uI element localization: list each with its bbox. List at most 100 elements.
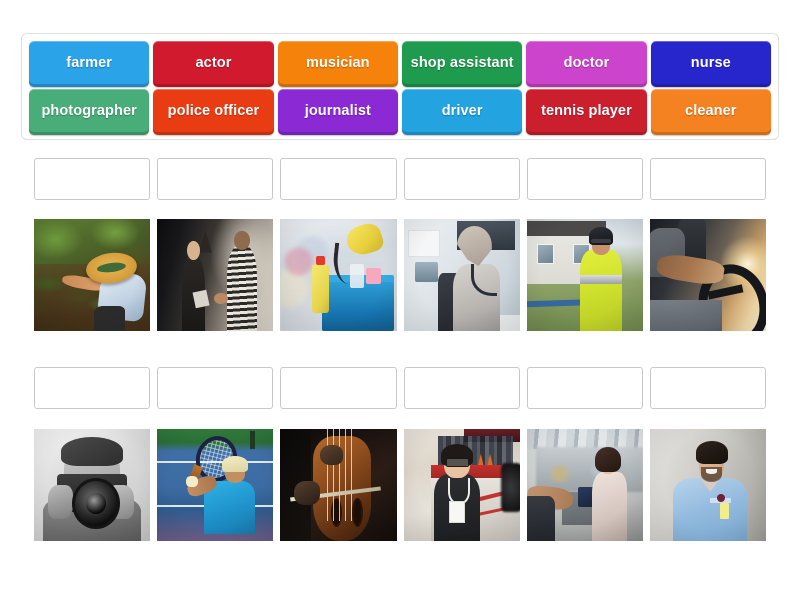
drop-target[interactable] [403, 367, 520, 409]
photo-actor [157, 219, 274, 331]
answer-row-2 [34, 367, 767, 409]
drop-target[interactable] [526, 367, 643, 409]
drop-target[interactable] [649, 158, 767, 200]
word-bank-panel: farmer actor musician shop assistant doc… [21, 33, 779, 140]
word-tile-label: farmer [66, 55, 113, 72]
driver-arm [655, 251, 726, 287]
nurse-smile [705, 469, 718, 474]
word-tile-tennis-player[interactable]: tennis player [526, 89, 647, 135]
word-tile-label: driver [441, 103, 483, 120]
drop-target[interactable] [157, 367, 274, 409]
driver-lap [649, 299, 722, 331]
window [537, 243, 555, 264]
drop-target[interactable] [157, 158, 274, 200]
photo-shop-assistant [526, 429, 643, 541]
drop-target[interactable] [34, 158, 151, 200]
gesturing-hand [214, 292, 229, 305]
word-tile-journalist[interactable]: journalist [277, 89, 398, 135]
player-cap [222, 455, 248, 472]
photo-scene [34, 219, 151, 331]
word-bank-row-2: photographer police officer journalist d… [29, 89, 771, 135]
word-tile-label: doctor [563, 55, 610, 72]
word-tile-police-officer[interactable]: police officer [153, 89, 274, 135]
word-tile-label: shop assistant [410, 55, 514, 72]
cloth [366, 268, 382, 284]
camera-foreground [501, 462, 520, 512]
fingering-hand [319, 444, 344, 465]
word-tile-label: photographer [41, 103, 137, 120]
word-tile-label: actor [195, 55, 232, 72]
photo-nurse [649, 429, 767, 541]
photo-doctor [403, 219, 520, 331]
cello-strings [326, 429, 353, 521]
drop-target[interactable] [34, 367, 151, 409]
photographer-hair [60, 436, 124, 466]
store-background [535, 446, 643, 492]
photo-scene [157, 429, 274, 541]
image-row-2 [34, 429, 767, 541]
wristband [186, 476, 198, 488]
word-tile-farmer[interactable]: farmer [29, 41, 150, 87]
customer-body [526, 496, 555, 541]
photo-scene [403, 219, 520, 331]
photo-driver [649, 219, 767, 331]
drop-target[interactable] [280, 158, 397, 200]
photo-scene [526, 219, 643, 331]
microphone [448, 500, 465, 523]
drop-target[interactable] [403, 158, 520, 200]
answer-row-1 [34, 158, 767, 200]
net-post [250, 431, 255, 450]
photo-scene [280, 429, 397, 541]
nurse-hair [696, 441, 728, 464]
word-tile-cleaner[interactable]: cleaner [650, 89, 771, 135]
word-tile-label: nurse [690, 55, 731, 72]
left-hand [47, 485, 74, 519]
hi-vis-jacket [580, 250, 622, 331]
word-tile-label: musician [305, 55, 370, 72]
word-bank-row-1: farmer actor musician shop assistant doc… [29, 41, 771, 87]
word-tile-photographer[interactable]: photographer [29, 89, 150, 135]
word-tile-label: cleaner [685, 103, 737, 120]
doctor-hair [456, 225, 492, 267]
reflective-band [580, 275, 622, 284]
farmer-leg [94, 306, 125, 331]
activity-canvas: farmer actor musician shop assistant doc… [0, 0, 800, 600]
drop-target[interactable] [649, 367, 767, 409]
photo-scene [157, 219, 274, 331]
photo-journalist [403, 429, 520, 541]
photo-farmer [34, 219, 151, 331]
assistant-body [591, 471, 627, 541]
photo-scene [649, 429, 767, 541]
word-tile-nurse[interactable]: nurse [650, 41, 771, 87]
actor-right [226, 231, 258, 331]
glasses-icon [446, 458, 470, 467]
photo-scene [649, 219, 767, 331]
bowing-hand [294, 480, 320, 506]
assistant-hair [595, 446, 621, 472]
camera-lens [72, 478, 121, 530]
word-tile-label: journalist [304, 103, 371, 120]
word-tile-label: tennis player [541, 103, 632, 120]
photo-musician [280, 429, 397, 541]
word-tile-driver[interactable]: driver [401, 89, 523, 135]
drop-target[interactable] [280, 367, 397, 409]
photo-tennis-player [157, 429, 274, 541]
word-tile-actor[interactable]: actor [153, 41, 274, 87]
photo-police-officer [526, 219, 643, 331]
word-tile-shop-assistant[interactable]: shop assistant [401, 41, 523, 87]
word-tile-doctor[interactable]: doctor [526, 41, 647, 87]
drop-target[interactable] [526, 158, 643, 200]
word-tile-label: police officer [167, 103, 260, 120]
id-badge [719, 502, 729, 519]
spray-bottle [350, 263, 364, 289]
photo-scene [403, 429, 520, 541]
detergent-bottle [311, 256, 330, 314]
photo-photographer [34, 429, 151, 541]
image-row-1 [34, 219, 767, 331]
photo-scene [526, 429, 643, 541]
wall-notes [408, 230, 441, 257]
photo-scene [34, 429, 151, 541]
word-tile-musician[interactable]: musician [277, 41, 398, 87]
photo-scene [280, 219, 397, 331]
photo-cleaner [280, 219, 397, 331]
